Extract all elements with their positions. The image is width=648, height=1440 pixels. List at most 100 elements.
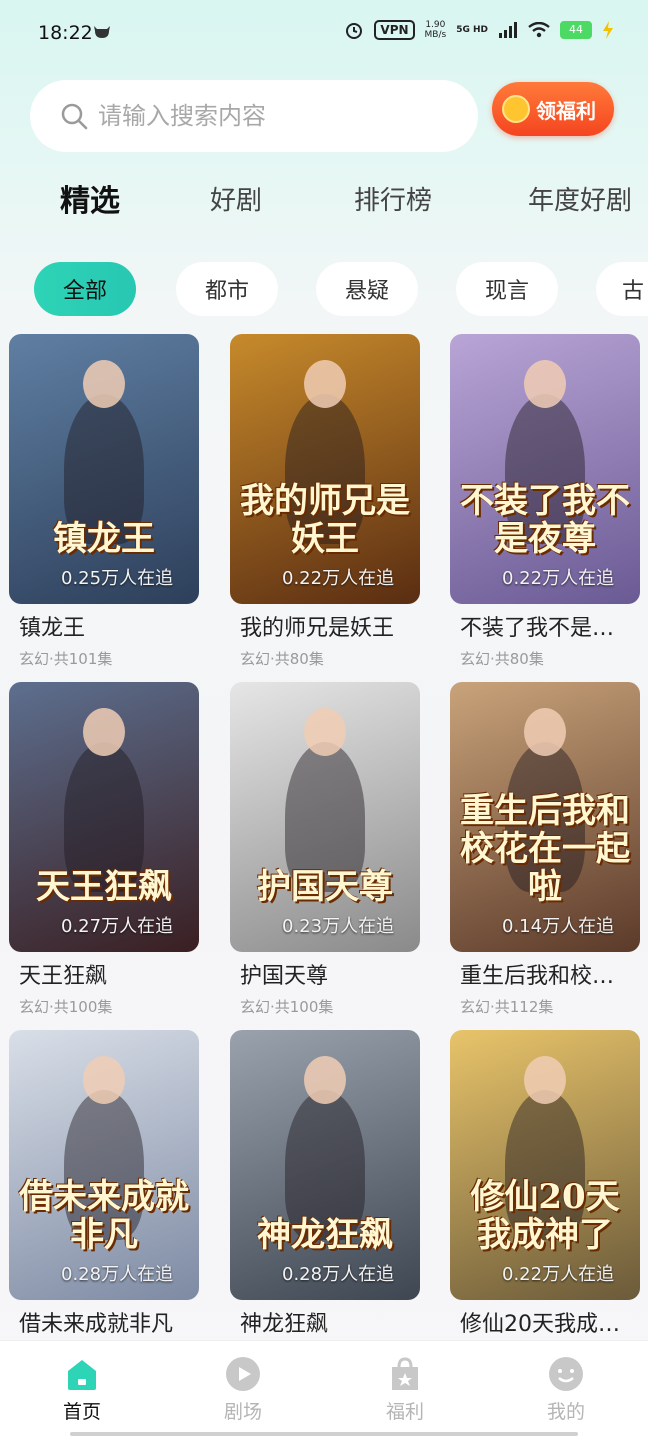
charging-icon	[603, 21, 613, 39]
search-icon	[61, 103, 88, 130]
tab-rankings[interactable]: 排行榜	[354, 180, 432, 217]
poster-title-art: 修仙20天我成神了	[470, 1177, 620, 1255]
drama-card[interactable]: 不装了我不是夜尊 0.22万人在追 不装了我不是… 玄幻·共80集	[450, 334, 640, 669]
drama-meta: 玄幻·共80集	[240, 650, 324, 668]
nav-welfare-label: 福利	[385, 1401, 424, 1423]
drama-card[interactable]: 我的师兄是妖王 0.22万人在追我的师兄是妖王玄幻·共80集	[230, 334, 420, 669]
category-modern-romance[interactable]: 现言	[456, 262, 558, 316]
category-urban[interactable]: 都市	[176, 262, 278, 316]
status-bar: 18:22 VPN 1.90 MB/s 5G HD 44	[0, 0, 648, 68]
follower-count: 0.28万人在追	[282, 1264, 395, 1285]
cow-app-icon	[94, 26, 110, 38]
nav-welfare[interactable]: 福利	[355, 1355, 455, 1424]
drama-card[interactable]: 重生后我和校花在一起啦 0.14万人在追重生后我和校… 玄幻·共112集	[450, 682, 640, 1017]
poster-figure-head	[524, 360, 566, 408]
drama-poster[interactable]: 我的师兄是妖王 0.22万人在追	[230, 334, 420, 604]
poster-figure-head	[304, 1056, 346, 1104]
drama-poster[interactable]: 神龙狂飙 0.28万人在追	[230, 1030, 420, 1300]
nav-home-label: 首页	[62, 1401, 101, 1423]
follower-count: 0.14万人在追	[502, 916, 615, 937]
drama-poster[interactable]: 借未来成就非凡 0.28万人在追	[9, 1030, 199, 1300]
follower-count: 0.27万人在追	[61, 916, 174, 937]
drama-card[interactable]: 借未来成就非凡 0.28万人在追 借未来成就非凡	[9, 1030, 199, 1338]
follower-count: 0.22万人在追	[282, 568, 395, 589]
status-time: 18:22	[38, 22, 93, 44]
play-icon	[226, 1357, 260, 1391]
gift-bag-icon	[392, 1357, 418, 1390]
poster-title-art: 神龙狂飙	[257, 1215, 393, 1255]
follower-count: 0.25万人在追	[61, 568, 174, 589]
poster-figure-head	[83, 1056, 125, 1104]
drama-title[interactable]: 修仙20天我成…	[450, 1306, 640, 1338]
network-speed: 1.90 MB/s	[425, 20, 447, 40]
drama-title[interactable]: 护国天尊	[230, 958, 420, 990]
battery-indicator: 44	[560, 21, 592, 39]
drama-title[interactable]: 我的师兄是妖王	[230, 610, 420, 642]
home-indicator	[70, 1432, 578, 1436]
drama-title[interactable]: 重生后我和校…	[450, 958, 640, 990]
nav-home[interactable]: 首页	[32, 1355, 132, 1424]
follower-count: 0.28万人在追	[61, 1264, 174, 1285]
poster-figure-head	[304, 360, 346, 408]
claim-bonus-button[interactable]: 领福利	[492, 82, 614, 136]
drama-title[interactable]: 天王狂飙	[9, 958, 199, 990]
wifi-icon	[528, 22, 550, 38]
poster-title-art: 镇龙王	[53, 519, 155, 559]
drama-poster[interactable]: 修仙20天我成神了 0.22万人在追	[450, 1030, 640, 1300]
network-type: 5G HD	[456, 25, 488, 35]
nav-profile-label: 我的	[546, 1401, 585, 1423]
category-filter: 全部 都市 悬疑 现言 古	[0, 262, 648, 318]
drama-poster[interactable]: 不装了我不是夜尊 0.22万人在追	[450, 334, 640, 604]
poster-figure-head	[524, 1056, 566, 1104]
follower-count: 0.23万人在追	[282, 916, 395, 937]
follower-count: 0.22万人在追	[502, 568, 615, 589]
tab-annual[interactable]: 年度好剧	[528, 180, 632, 217]
nav-theater[interactable]: 剧场	[193, 1355, 293, 1424]
drama-meta: 玄幻·共112集	[460, 998, 554, 1016]
drama-card[interactable]: 神龙狂飙 0.28万人在追 神龙狂飙	[230, 1030, 420, 1338]
category-all[interactable]: 全部	[34, 262, 136, 316]
drama-poster[interactable]: 护国天尊 0.23万人在追	[230, 682, 420, 952]
home-icon	[68, 1360, 96, 1390]
signal-icon	[499, 22, 517, 38]
poster-title-art: 重生后我和校花在一起啦	[460, 791, 630, 907]
drama-poster[interactable]: 重生后我和校花在一起啦 0.14万人在追	[450, 682, 640, 952]
search-bar[interactable]	[30, 80, 478, 152]
drama-meta: 玄幻·共101集	[19, 650, 113, 668]
drama-card[interactable]: 天王狂飙 0.27万人在追 天王狂飙 玄幻·共100集	[9, 682, 199, 1017]
drama-title[interactable]: 镇龙王	[9, 610, 199, 642]
coin-icon	[502, 95, 530, 123]
main-tabs: 精选 好剧 排行榜 年度好剧	[0, 170, 648, 228]
drama-card[interactable]: 护国天尊 0.23万人在追 护国天尊 玄幻·共100集	[230, 682, 420, 1017]
poster-figure-head	[524, 708, 566, 756]
poster-title-art: 借未来成就非凡	[19, 1177, 189, 1255]
vpn-badge: VPN	[374, 20, 415, 40]
category-ancient[interactable]: 古	[596, 262, 648, 316]
poster-title-art: 天王狂飙	[36, 867, 172, 907]
drama-card[interactable]: 镇龙王 0.25万人在追 镇龙王 玄幻·共101集	[9, 334, 199, 669]
poster-title-art: 护国天尊	[257, 867, 393, 907]
drama-meta: 玄幻·共100集	[19, 998, 113, 1016]
drama-title[interactable]: 借未来成就非凡	[9, 1306, 199, 1338]
drama-poster[interactable]: 镇龙王 0.25万人在追	[9, 334, 199, 604]
drama-meta: 玄幻·共100集	[240, 998, 334, 1016]
tab-good-dramas[interactable]: 好剧	[210, 180, 262, 217]
profile-face-icon	[549, 1357, 583, 1391]
nav-theater-label: 剧场	[223, 1401, 262, 1423]
tab-featured[interactable]: 精选	[60, 176, 120, 220]
drama-card[interactable]: 修仙20天我成神了 0.22万人在追修仙20天我成…	[450, 1030, 640, 1338]
poster-figure-head	[304, 708, 346, 756]
poster-figure-head	[83, 708, 125, 756]
drama-poster[interactable]: 天王狂飙 0.27万人在追	[9, 682, 199, 952]
drama-title[interactable]: 神龙狂飙	[230, 1306, 420, 1338]
category-suspense[interactable]: 悬疑	[316, 262, 418, 316]
poster-title-art: 不装了我不是夜尊	[460, 481, 630, 559]
poster-figure-head	[83, 360, 125, 408]
drama-title[interactable]: 不装了我不是…	[450, 610, 640, 642]
speed-unit: MB/s	[424, 30, 447, 40]
alarm-icon	[346, 23, 363, 39]
search-input[interactable]	[98, 102, 458, 130]
follower-count: 0.22万人在追	[502, 1264, 615, 1285]
nav-profile[interactable]: 我的	[516, 1355, 616, 1424]
bonus-label: 领福利	[536, 98, 596, 123]
